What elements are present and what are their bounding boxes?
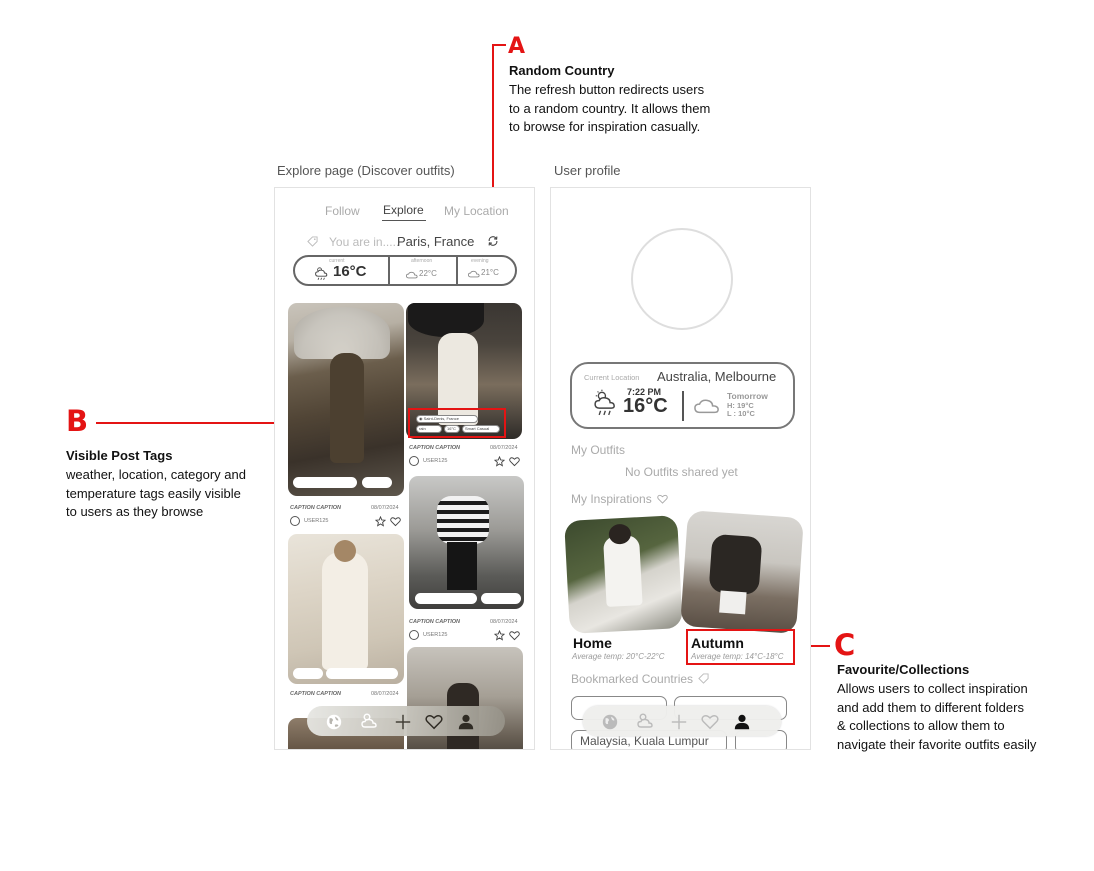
post-caption: CAPTION CAPTION — [409, 619, 461, 625]
post-caption: CAPTION CAPTION — [290, 505, 342, 511]
collection-cover-home[interactable] — [564, 515, 683, 634]
refresh-icon[interactable] — [487, 235, 499, 247]
tag-pill — [481, 593, 521, 604]
tag-pill — [326, 668, 398, 679]
collection-highlight-box — [686, 629, 795, 665]
annotation-c-description: Allows users to collect inspiration and … — [837, 681, 1037, 752]
heart-icon[interactable] — [425, 713, 443, 731]
post-date: 08/07/2024 — [371, 691, 399, 697]
globe-icon[interactable] — [601, 713, 619, 731]
post-date: 08/07/2024 — [490, 619, 518, 625]
heart-icon[interactable] — [509, 630, 520, 641]
profile-icon[interactable] — [733, 713, 751, 731]
outfit-photo[interactable] — [409, 476, 524, 609]
outfit-photo[interactable] — [288, 534, 404, 684]
tab-explore[interactable]: Explore — [383, 203, 424, 217]
evening-label: evening — [471, 258, 489, 264]
tomorrow-label: Tomorrow — [727, 391, 768, 401]
current-location: Paris, France — [397, 234, 475, 249]
annotation-a-description: The refresh button redirects users to a … — [509, 82, 711, 134]
profile-screen: Current Location Australia, Melbourne 7:… — [550, 187, 811, 750]
bottom-navigation-bar — [583, 706, 781, 736]
annotation-a-title: Random Country — [509, 63, 615, 78]
collection-name-home[interactable]: Home — [573, 635, 612, 651]
post-date: 08/07/2024 — [371, 505, 399, 511]
no-outfits-message: No Outfits shared yet — [625, 465, 738, 479]
profile-panel-label: User profile — [554, 163, 621, 178]
tag-pill — [293, 477, 357, 488]
post-caption: CAPTION CAPTION — [409, 445, 461, 451]
weather-forecast-bar: current 16°C afternoon 22°C evening 21°C — [293, 255, 517, 286]
tab-explore-underline — [382, 220, 426, 221]
weather-icon[interactable] — [636, 711, 656, 731]
location-weather-card: Current Location Australia, Melbourne 7:… — [570, 362, 795, 429]
annotation-b-letter: B — [66, 404, 89, 438]
add-icon[interactable] — [394, 713, 412, 731]
rain-cloud-icon — [315, 267, 328, 280]
my-inspirations-label: My Inspirations — [571, 492, 668, 506]
profile-avatar[interactable] — [631, 228, 733, 330]
bookmarked-countries-label: Bookmarked Countries — [571, 672, 709, 686]
annotation-c-title: Favourite/Collections — [837, 662, 970, 677]
current-location-label: Current Location — [584, 373, 640, 382]
post-username[interactable]: USER125 — [304, 518, 328, 524]
post-date: 08/07/2024 — [490, 445, 518, 451]
user-avatar[interactable] — [409, 630, 419, 640]
add-icon[interactable] — [670, 713, 688, 731]
heart-icon[interactable] — [701, 713, 719, 731]
star-icon[interactable] — [494, 456, 505, 467]
cloud-icon — [468, 270, 480, 278]
rain-cloud-icon — [594, 389, 615, 416]
bottom-navigation-bar — [307, 706, 505, 736]
post-username[interactable]: USER125 — [423, 458, 447, 464]
current-temp: 16°C — [333, 263, 367, 280]
explore-panel-label: Explore page (Discover outfits) — [277, 163, 455, 178]
annotation-a-letter: A — [508, 34, 526, 59]
tag-pill — [293, 668, 323, 679]
tag-pill — [415, 593, 477, 604]
annotation-c-letter: C — [834, 628, 856, 662]
user-avatar[interactable] — [409, 456, 419, 466]
tomorrow-low: L : 10°C — [727, 409, 755, 418]
post-caption: CAPTION CAPTION — [290, 691, 342, 697]
outfit-photo[interactable] — [288, 303, 404, 496]
star-icon[interactable] — [494, 630, 505, 641]
tab-my-location[interactable]: My Location — [444, 204, 509, 218]
tag-pill — [362, 477, 392, 488]
my-outfits-label: My Outfits — [571, 443, 626, 457]
star-icon[interactable] — [375, 516, 386, 527]
post-tags-highlight-box — [408, 408, 506, 438]
globe-icon[interactable] — [325, 713, 343, 731]
heart-icon[interactable] — [509, 456, 520, 467]
heart-icon — [657, 494, 668, 504]
tag-icon — [698, 673, 709, 684]
annotation-b-title: Visible Post Tags — [66, 448, 173, 463]
afternoon-label: afternoon — [411, 258, 433, 264]
heart-icon[interactable] — [390, 516, 401, 527]
profile-temp: 16°C — [623, 395, 668, 417]
afternoon-temp: 22°C — [419, 269, 437, 278]
profile-location: Australia, Melbourne — [657, 369, 777, 384]
annotation-b-description: weather, location, category and temperat… — [66, 467, 246, 519]
user-avatar[interactable] — [290, 516, 300, 526]
tab-follow[interactable]: Follow — [325, 204, 360, 218]
location-prefix: You are in..... — [329, 235, 400, 249]
collection-cover-autumn[interactable] — [680, 510, 804, 634]
cloud-icon — [406, 271, 418, 279]
explore-screen: Follow Explore My Location You are in...… — [274, 187, 535, 750]
collection-temp-home: Average temp: 20°C-22°C — [572, 652, 665, 661]
weather-icon[interactable] — [360, 711, 380, 731]
tag-icon — [307, 236, 318, 247]
evening-temp: 21°C — [481, 268, 499, 277]
post-username[interactable]: USER125 — [423, 632, 447, 638]
cloud-icon — [694, 399, 719, 414]
profile-icon[interactable] — [457, 713, 475, 731]
